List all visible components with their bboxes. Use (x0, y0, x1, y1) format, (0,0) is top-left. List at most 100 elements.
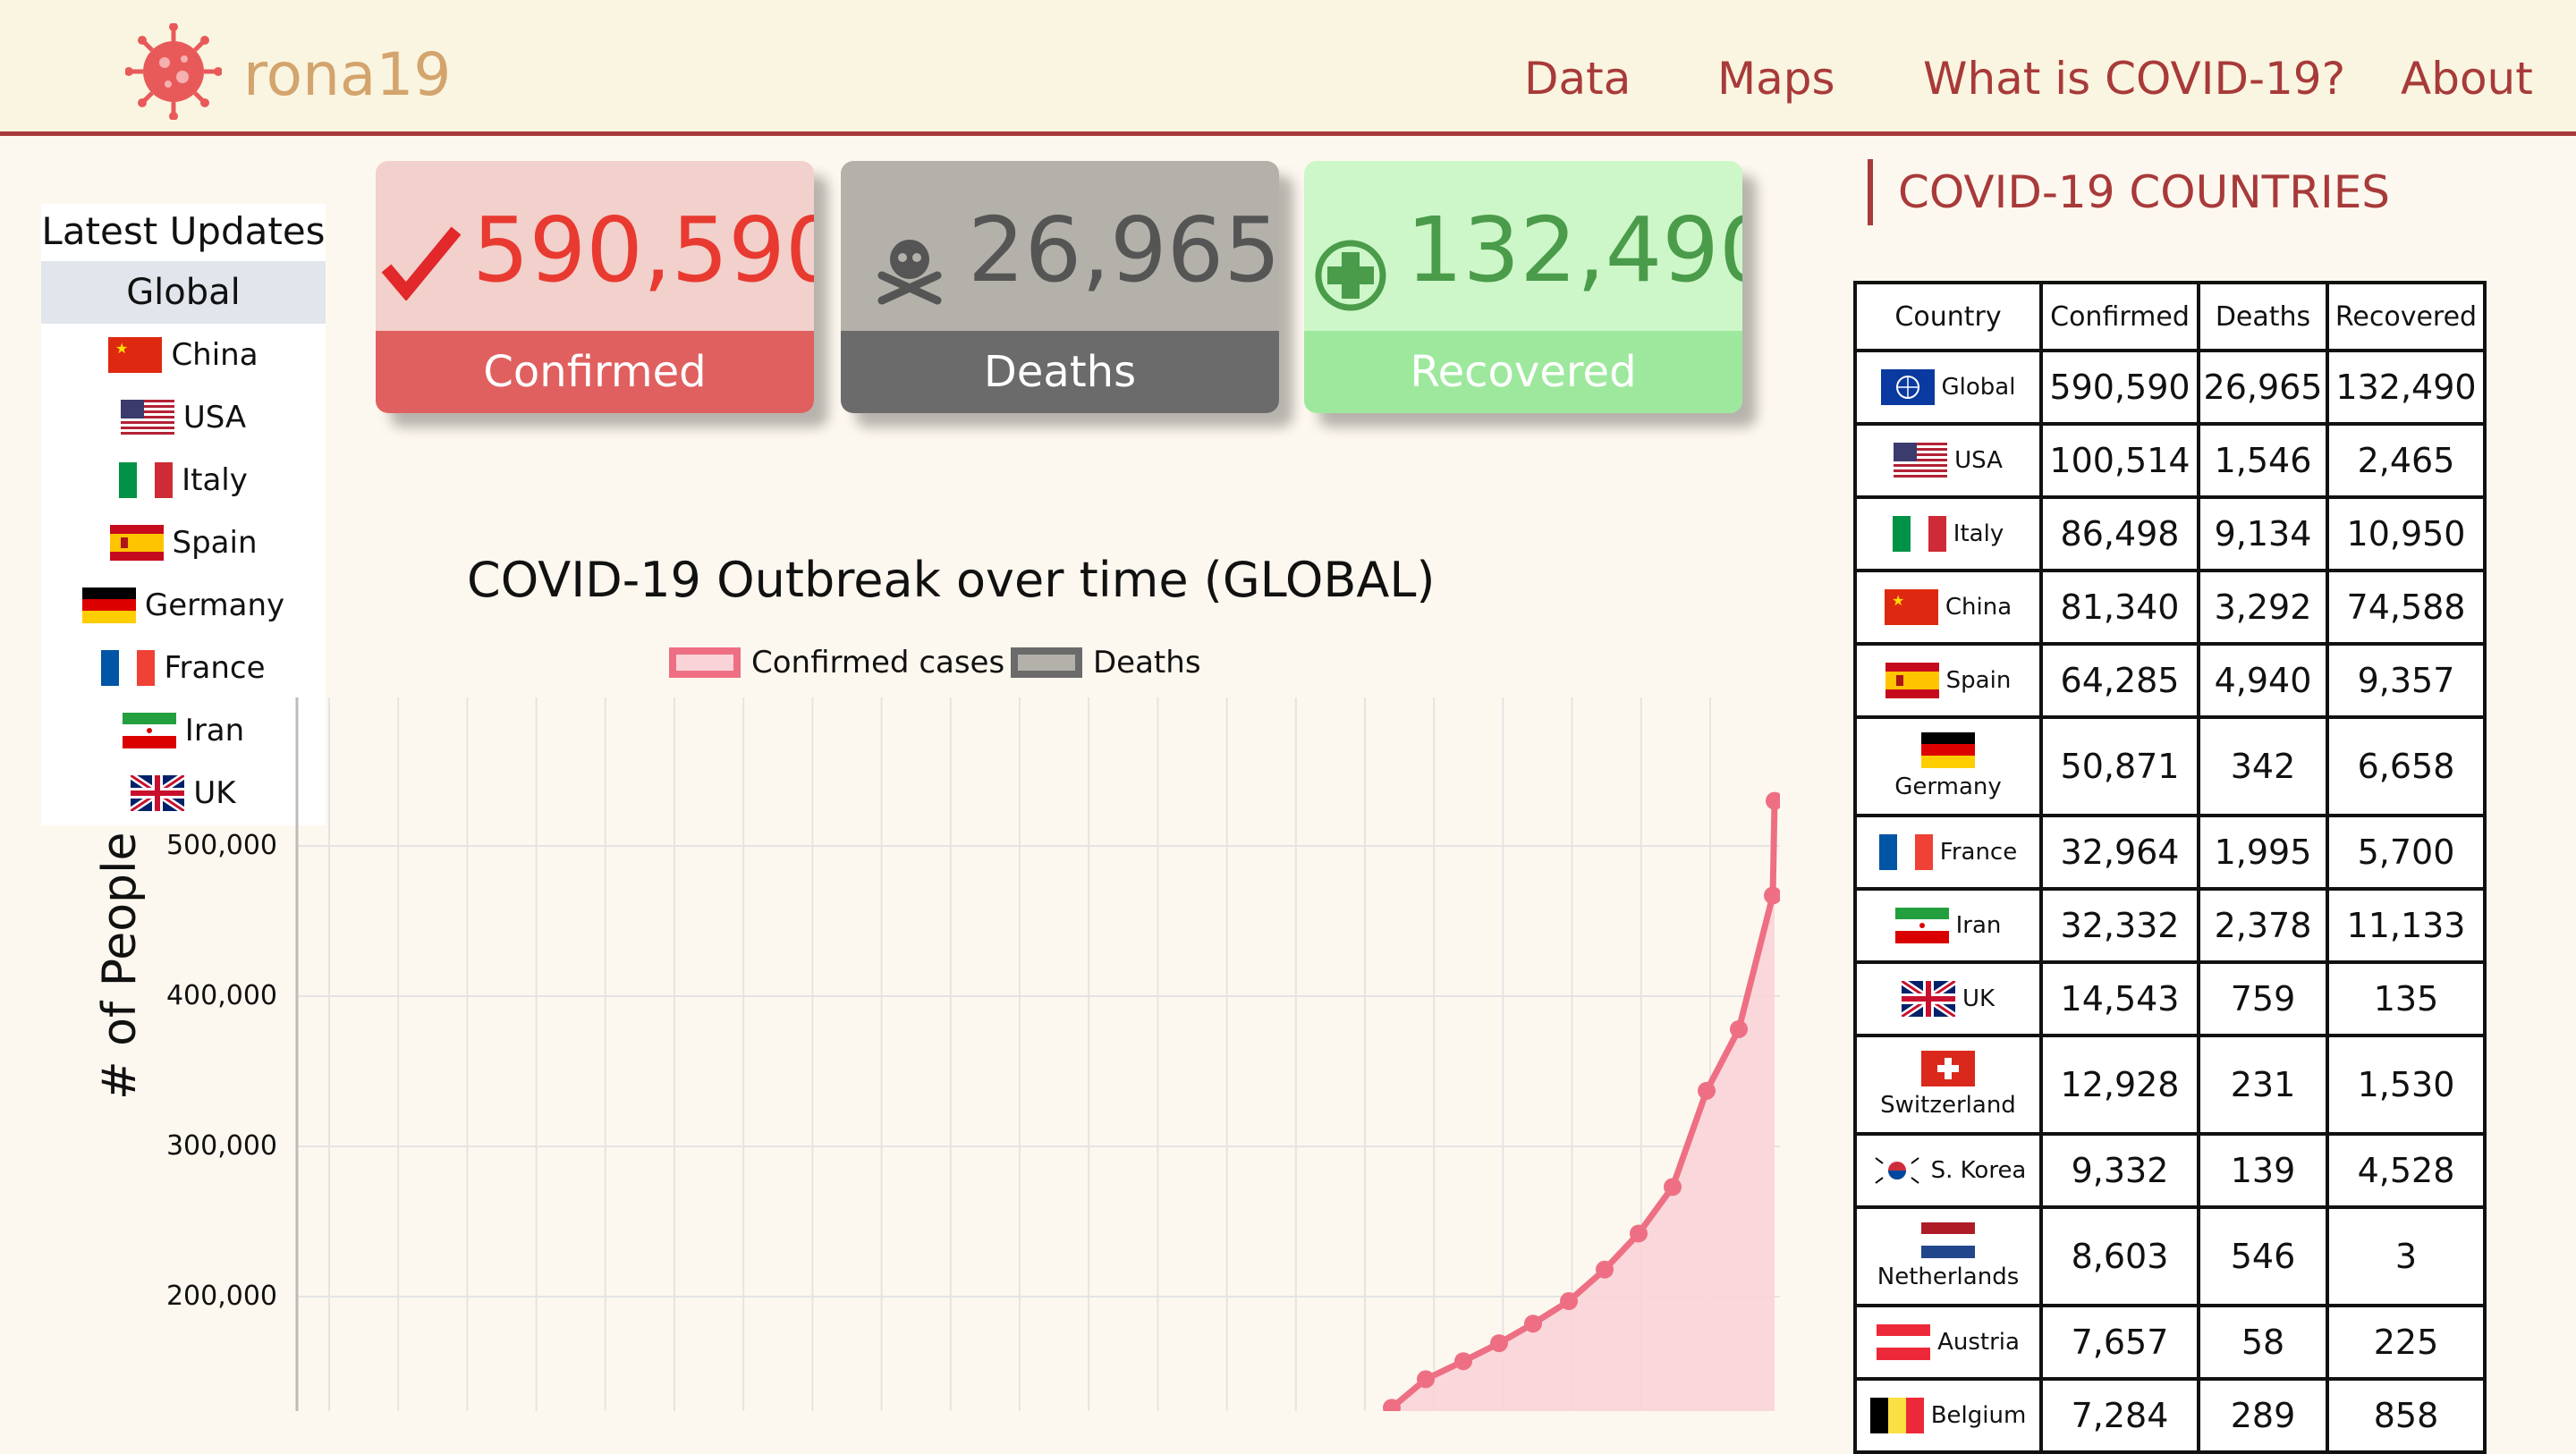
sidebar-item-label: France (164, 650, 266, 686)
sidebar-item-iran[interactable]: Iran (41, 699, 326, 762)
spain-flag-icon (109, 525, 164, 561)
recovered-cell: 1,530 (2326, 1034, 2487, 1136)
country-name: Spain (1945, 667, 2012, 694)
nav-what-is-covid-link[interactable]: What is COVID-19? (1923, 50, 2345, 107)
column-header-recovered[interactable]: Recovered (2326, 281, 2487, 352)
confirmed-data-point[interactable] (1764, 886, 1780, 905)
sidebar-item-global[interactable]: Global (41, 261, 326, 324)
table-row[interactable]: Spain 64,285 4,940 9,357 (1853, 642, 2487, 719)
deaths-cell: 231 (2197, 1034, 2329, 1136)
y-tick-label: 300,000 (165, 1130, 277, 1162)
confirmed-data-point[interactable] (1766, 791, 1780, 810)
sidebar-item-germany[interactable]: Germany (41, 574, 326, 637)
switzerland-flag-icon (1921, 1051, 1975, 1086)
sidebar-item-spain[interactable]: Spain (41, 511, 326, 574)
confirmed-data-point[interactable] (1630, 1224, 1648, 1243)
country-cell: Austria (1853, 1304, 2043, 1381)
column-header-country[interactable]: Country (1853, 281, 2043, 352)
y-tick-label: 400,000 (165, 980, 277, 1011)
china-flag-icon: ★ (108, 337, 163, 373)
sidebar-item-uk[interactable]: UK (41, 762, 326, 824)
confirmed-data-point[interactable] (1664, 1178, 1682, 1196)
table-row[interactable]: Belgium 7,284 289 858 (1853, 1377, 2487, 1454)
recovered-cell: 9,357 (2326, 642, 2487, 719)
virus-logo-icon[interactable] (125, 23, 222, 120)
legend-label-deaths: Deaths (1093, 645, 1201, 681)
confirmed-data-point[interactable] (1524, 1315, 1542, 1333)
confirmed-cell: 7,657 (2039, 1304, 2200, 1381)
country-cell: Switzerland (1853, 1034, 2043, 1136)
italy-flag-icon (119, 462, 174, 498)
sidebar-item-italy[interactable]: Italy (41, 449, 326, 511)
legend-deaths[interactable]: Deaths (1011, 640, 1201, 685)
confirmed-cell: 8,603 (2039, 1205, 2200, 1307)
country-name: France (1939, 839, 2018, 866)
country-name: Iran (1955, 912, 2002, 939)
sidebar-item-usa[interactable]: USA (41, 386, 326, 449)
confirmed-cell: 100,514 (2039, 422, 2200, 499)
recovered-cell: 132,490 (2326, 349, 2487, 426)
outbreak-chart (295, 697, 1780, 1411)
nav-maps-link[interactable]: Maps (1717, 50, 1835, 107)
recovered-cell: 3 (2326, 1205, 2487, 1307)
recovered-cell: 225 (2326, 1304, 2487, 1381)
table-row[interactable]: Netherlands 8,603 546 3 (1853, 1205, 2487, 1307)
recovered-cell: 135 (2326, 960, 2487, 1037)
uk-flag-icon (131, 775, 185, 811)
sidebar-item-label: USA (182, 400, 247, 435)
table-row[interactable]: France 32,964 1,995 5,700 (1853, 814, 2487, 891)
table-row[interactable]: Global 590,590 26,965 132,490 (1853, 349, 2487, 426)
confirmed-data-point[interactable] (1730, 1019, 1748, 1038)
france-flag-icon (101, 650, 156, 686)
legend-confirmed[interactable]: Confirmed cases (669, 640, 1004, 685)
iran-flag-icon (1894, 908, 1949, 943)
country-cell: Belgium (1853, 1377, 2043, 1454)
table-row[interactable]: UK 14,543 759 135 (1853, 960, 2487, 1037)
confirmed-cell: 64,285 (2039, 642, 2200, 719)
deaths-cell: 342 (2197, 715, 2329, 817)
germany-flag-icon (81, 588, 136, 623)
confirmed-data-point[interactable] (1490, 1334, 1508, 1353)
table-row[interactable]: Iran 32,332 2,378 11,133 (1853, 887, 2487, 964)
sidebar-item-label: Iran (184, 713, 245, 748)
sidebar-item-label: Spain (172, 525, 258, 561)
recovered-cell: 10,950 (2326, 495, 2487, 572)
table-row[interactable]: Switzerland 12,928 231 1,530 (1853, 1034, 2487, 1136)
sidebar-item-label: Global (126, 272, 241, 313)
deaths-cell: 289 (2197, 1377, 2329, 1454)
column-header-deaths[interactable]: Deaths (2197, 281, 2329, 352)
country-cell: Italy (1853, 495, 2043, 572)
recovered-cell: 2,465 (2326, 422, 2487, 499)
plus-circle-icon (1315, 240, 1386, 311)
confirmed-data-point[interactable] (1454, 1352, 1472, 1371)
country-name: Belgium (1930, 1402, 2027, 1429)
deaths-cell: 1,546 (2197, 422, 2329, 499)
country-name: UK (1962, 985, 1996, 1012)
recovered-cell: 858 (2326, 1377, 2487, 1454)
table-row[interactable]: Germany 50,871 342 6,658 (1853, 715, 2487, 817)
table-row[interactable]: Austria 7,657 58 225 (1853, 1304, 2487, 1381)
confirmed-label: Confirmed (376, 331, 814, 413)
recovered-cell: 6,658 (2326, 715, 2487, 817)
table-row[interactable]: USA 100,514 1,546 2,465 (1853, 422, 2487, 499)
table-row[interactable]: Italy 86,498 9,134 10,950 (1853, 495, 2487, 572)
brand-name[interactable]: rona19 (243, 39, 451, 111)
country-name: USA (1954, 447, 2003, 474)
confirmed-data-point[interactable] (1560, 1292, 1578, 1311)
s-korea-flag-icon (1869, 1153, 1924, 1188)
confirmed-data-point[interactable] (1698, 1081, 1716, 1100)
nav-data-link[interactable]: Data (1524, 50, 1631, 107)
confirmed-cell: 86,498 (2039, 495, 2200, 572)
confirmed-data-point[interactable] (1417, 1370, 1435, 1389)
nav-about-link[interactable]: About (2401, 50, 2533, 107)
chart-title: COVID-19 Outbreak over time (GLOBAL) (467, 552, 1436, 608)
uk-flag-icon (1901, 981, 1955, 1017)
country-cell: ★ China (1853, 569, 2043, 646)
confirmed-stat-card: 590,590 Confirmed (376, 161, 814, 413)
sidebar-item-china[interactable]: ★ China (41, 324, 326, 386)
table-row[interactable]: ★ China 81,340 3,292 74,588 (1853, 569, 2487, 646)
confirmed-data-point[interactable] (1596, 1260, 1614, 1279)
table-row[interactable]: S. Korea 9,332 139 4,528 (1853, 1132, 2487, 1209)
column-header-confirmed[interactable]: Confirmed (2039, 281, 2200, 352)
sidebar-item-france[interactable]: France (41, 637, 326, 699)
